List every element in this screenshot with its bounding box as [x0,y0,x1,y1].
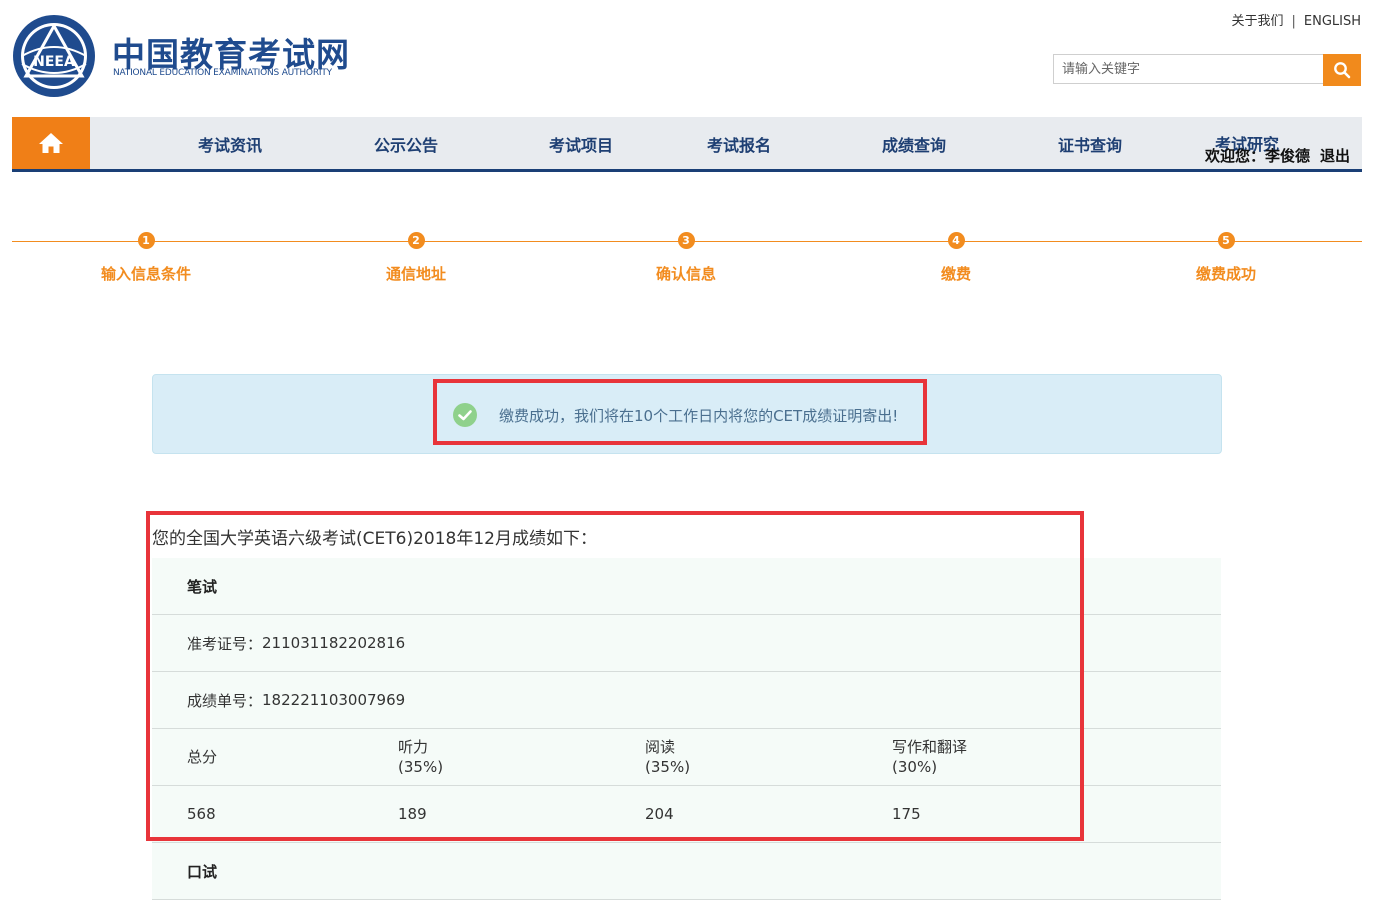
header-name: 阅读 [645,738,676,756]
step-number: 3 [677,232,695,249]
ticket-number-label: 准考证号： [187,634,263,653]
score-table: 笔试 准考证号： 211031182202816 成绩单号： 18222110300… [152,558,1221,900]
score-total: 568 [187,805,216,823]
search-box [1053,54,1361,86]
nav-item-exam-projects[interactable]: 考试项目 [549,132,613,156]
table-row: 准考证号： 211031182202816 [152,615,1221,672]
logo-badge-text: NEEA [33,54,75,70]
nav-item-exam-registration[interactable]: 考试报名 [707,132,771,156]
search-input[interactable] [1053,54,1323,84]
step-4: 4 缴费 [856,232,1056,284]
nav-item-exam-news[interactable]: 考试资讯 [198,132,262,156]
top-links: 关于我们 | ENGLISH [1231,10,1361,29]
about-us-link[interactable]: 关于我们 [1231,14,1283,29]
header-listening: 听力 (35%) [398,729,443,785]
logo-title-en: NATIONAL EDUCATION EXAMINATIONS AUTHORIT… [113,68,332,78]
score-listening: 189 [398,805,427,823]
welcome-label: 欢迎您： [1204,147,1265,165]
username: 李俊德 [1264,147,1310,165]
table-row: 口试 [152,843,1221,900]
step-label: 输入信息条件 [100,265,191,283]
step-5: 5 缴费成功 [1126,232,1326,284]
alert-highlight-box [433,379,927,445]
logout-link[interactable]: 退出 [1320,147,1350,165]
score-title: 您的全国大学英语六级考试(CET6)2018年12月成绩如下： [152,529,597,549]
header-name: 听力 [398,738,429,756]
step-number: 4 [947,232,965,249]
step-label: 缴费成功 [1195,265,1256,283]
score-writing-translation: 175 [892,805,921,823]
step-number: 1 [137,232,155,249]
main-nav: 考试资讯 公示公告 考试项目 考试报名 成绩查询 证书查询 考试研究 欢迎您：李… [12,117,1362,172]
step-label: 缴费 [940,265,971,283]
table-row: 成绩单号： 182221103007969 [152,672,1221,729]
header-reading: 阅读 (35%) [645,729,690,785]
written-exam-label: 笔试 [187,577,218,596]
table-row: 笔试 [152,558,1221,615]
table-row: 568 189 204 175 [152,786,1221,843]
header-weight: (35%) [398,758,444,776]
step-label: 确认信息 [655,265,716,283]
nav-item-announcements[interactable]: 公示公告 [374,132,438,156]
nav-item-score-query[interactable]: 成绩查询 [882,132,946,156]
table-header-row: 总分 听力 (35%) 阅读 (35%) 写作和翻译 (30%) [152,729,1221,786]
search-button[interactable] [1323,54,1361,86]
report-number-value: 182221103007969 [262,691,406,709]
oral-exam-label: 口试 [187,862,218,881]
english-link[interactable]: ENGLISH [1304,14,1361,29]
header-name: 总分 [187,748,218,766]
home-icon [39,133,63,153]
ticket-number: 准考证号： 211031182202816 [187,615,405,671]
header-writing-translation: 写作和翻译 (30%) [892,729,967,785]
header-name: 写作和翻译 [892,738,968,756]
nav-item-certificate-query[interactable]: 证书查询 [1058,132,1122,156]
report-number: 成绩单号： 182221103007969 [187,672,405,728]
step-3: 3 确认信息 [586,232,786,284]
step-number: 5 [1217,232,1235,249]
ticket-number-value: 211031182202816 [262,634,406,652]
header-weight: (30%) [892,758,938,776]
step-number: 2 [407,232,425,249]
neea-emblem-icon: NEEA [13,15,95,97]
header-total: 总分 [187,729,217,785]
nav-home-button[interactable] [12,117,90,169]
user-welcome: 欢迎您：李俊德 退出 [1205,145,1350,166]
step-label: 通信地址 [385,265,446,283]
header-weight: (35%) [645,758,691,776]
score-reading: 204 [645,805,674,823]
report-number-label: 成绩单号： [187,691,263,710]
step-1: 1 输入信息条件 [46,232,246,284]
step-2: 2 通信地址 [316,232,516,284]
search-icon [1334,62,1351,79]
top-link-separator: | [1291,14,1296,29]
